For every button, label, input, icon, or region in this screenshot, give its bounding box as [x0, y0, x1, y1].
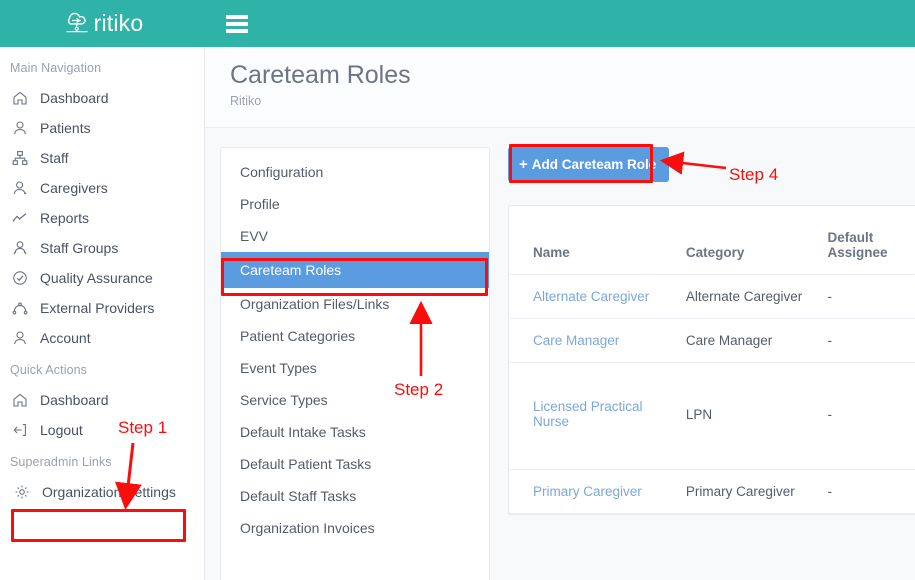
- page-title: Careteam Roles: [230, 61, 915, 90]
- chart-line-icon: [12, 210, 36, 226]
- cell-name: Alternate Caregiver: [509, 275, 686, 319]
- table-row[interactable]: Licensed Practical Nurse LPN -: [509, 363, 915, 470]
- sidebar-item-account[interactable]: Account: [0, 323, 204, 353]
- configuration-list: Configuration Profile EVV Careteam Roles…: [220, 147, 490, 580]
- users-group-icon: [12, 240, 36, 256]
- sidebar-heading-quick-actions: Quick Actions: [0, 353, 204, 385]
- config-item-organization-invoices[interactable]: Organization Invoices: [221, 512, 489, 544]
- network-nodes-icon: [12, 300, 36, 316]
- sidebar-item-patients[interactable]: Patients: [0, 113, 204, 143]
- hamburger-bar: [226, 15, 248, 19]
- gear-icon: [14, 484, 38, 500]
- sidebar-item-reports[interactable]: Reports: [0, 203, 204, 233]
- user-nurse-icon: [12, 180, 36, 196]
- sidebar-item-label: Staff: [36, 150, 69, 166]
- sitemap-icon: [12, 150, 36, 166]
- logout-icon: [12, 422, 36, 438]
- brand-name: ritiko: [94, 12, 144, 35]
- sidebar-item-label: Staff Groups: [36, 240, 118, 256]
- role-link[interactable]: Alternate Caregiver: [533, 289, 649, 304]
- user-account-icon: [12, 330, 36, 346]
- top-bar: ritiko: [0, 0, 915, 47]
- sidebar-item-label: External Providers: [36, 300, 154, 316]
- table-row[interactable]: Primary Caregiver Primary Caregiver -: [509, 470, 915, 514]
- cell-name: Care Manager: [509, 319, 686, 363]
- config-item-configuration[interactable]: Configuration: [221, 156, 489, 188]
- role-link[interactable]: Licensed Practical Nurse: [533, 399, 643, 429]
- role-link[interactable]: Primary Caregiver: [533, 484, 642, 499]
- sidebar-item-quick-dashboard[interactable]: Dashboard: [0, 385, 204, 415]
- page-header: Careteam Roles Ritiko: [205, 47, 915, 128]
- sidebar-item-logout[interactable]: Logout: [0, 415, 204, 445]
- sidebar: Main Navigation Dashboard Patients Staff…: [0, 47, 205, 580]
- brand-logo[interactable]: ritiko: [0, 0, 205, 47]
- cell-name: Primary Caregiver: [509, 470, 686, 514]
- user-icon: [12, 120, 36, 136]
- table-body: Alternate Caregiver Alternate Caregiver …: [509, 275, 915, 514]
- sidebar-item-organization-settings[interactable]: Organization Settings: [0, 477, 204, 507]
- config-item-default-intake-tasks[interactable]: Default Intake Tasks: [221, 416, 489, 448]
- sidebar-item-label: Account: [36, 330, 91, 346]
- sidebar-item-staff[interactable]: Staff: [0, 143, 204, 173]
- cell-name: Licensed Practical Nurse: [509, 363, 686, 470]
- sidebar-item-dashboard[interactable]: Dashboard: [0, 83, 204, 113]
- cell-category: Care Manager: [686, 319, 828, 363]
- sidebar-item-label: Dashboard: [36, 90, 109, 106]
- sidebar-item-label: Reports: [36, 210, 89, 226]
- page-subtitle: Ritiko: [230, 90, 915, 108]
- config-item-careteam-roles[interactable]: Careteam Roles: [221, 252, 489, 288]
- sidebar-item-label: Organization Settings: [38, 484, 176, 500]
- sidebar-item-label: Dashboard: [36, 392, 109, 408]
- config-item-organization-files-links[interactable]: Organization Files/Links: [221, 288, 489, 320]
- home-icon: [12, 90, 36, 106]
- column-header-name: Name: [509, 206, 686, 275]
- table-head: Name Category Default Assignee: [509, 206, 915, 275]
- cloud-icon: [62, 7, 92, 40]
- hamburger-bar: [226, 29, 248, 33]
- roles-panel: +Add Careteam Role Name Category Default…: [490, 147, 915, 580]
- cell-category: Alternate Caregiver: [686, 275, 828, 319]
- config-item-default-staff-tasks[interactable]: Default Staff Tasks: [221, 480, 489, 512]
- role-link[interactable]: Care Manager: [533, 333, 619, 348]
- config-item-evv[interactable]: EVV: [221, 220, 489, 252]
- column-header-category: Category: [686, 206, 828, 275]
- add-careteam-role-button[interactable]: +Add Careteam Role: [508, 147, 669, 182]
- sidebar-item-label: Caregivers: [36, 180, 108, 196]
- check-circle-icon: [12, 270, 36, 286]
- cell-default-assignee: -: [827, 470, 915, 514]
- cell-default-assignee: -: [827, 319, 915, 363]
- config-item-default-patient-tasks[interactable]: Default Patient Tasks: [221, 448, 489, 480]
- config-item-event-types[interactable]: Event Types: [221, 352, 489, 384]
- sidebar-item-quality-assurance[interactable]: Quality Assurance: [0, 263, 204, 293]
- cell-category: Primary Caregiver: [686, 470, 828, 514]
- config-item-patient-categories[interactable]: Patient Categories: [221, 320, 489, 352]
- hamburger-bar: [226, 22, 248, 26]
- main-content: Careteam Roles Ritiko Configuration Prof…: [205, 47, 915, 580]
- hamburger-menu-icon[interactable]: [226, 15, 248, 33]
- careteam-roles-table-card: Name Category Default Assignee Alternate…: [508, 205, 915, 515]
- sidebar-item-label: Patients: [36, 120, 91, 136]
- column-header-default-assignee: Default Assignee: [827, 206, 915, 275]
- table-row[interactable]: Alternate Caregiver Alternate Caregiver …: [509, 275, 915, 319]
- body-area: Configuration Profile EVV Careteam Roles…: [205, 128, 915, 580]
- sidebar-item-caregivers[interactable]: Caregivers: [0, 173, 204, 203]
- plus-icon: +: [519, 156, 532, 173]
- config-item-service-types[interactable]: Service Types: [221, 384, 489, 416]
- app-root: ritiko Main Navigation Dashboard Patient…: [0, 0, 915, 580]
- sidebar-item-label: Logout: [36, 422, 83, 438]
- cell-default-assignee: -: [827, 363, 915, 470]
- cell-default-assignee: -: [827, 275, 915, 319]
- table-header-row: Name Category Default Assignee: [509, 206, 915, 275]
- cell-category: LPN: [686, 363, 828, 470]
- sidebar-item-staff-groups[interactable]: Staff Groups: [0, 233, 204, 263]
- sidebar-item-label: Quality Assurance: [36, 270, 153, 286]
- add-button-label: Add Careteam Role: [532, 157, 657, 172]
- careteam-roles-table: Name Category Default Assignee Alternate…: [509, 206, 915, 514]
- config-item-profile[interactable]: Profile: [221, 188, 489, 220]
- sidebar-heading-superadmin: Superadmin Links: [0, 445, 204, 477]
- sidebar-item-external-providers[interactable]: External Providers: [0, 293, 204, 323]
- home-icon: [12, 392, 36, 408]
- table-row[interactable]: Care Manager Care Manager -: [509, 319, 915, 363]
- sidebar-heading-main: Main Navigation: [0, 47, 204, 83]
